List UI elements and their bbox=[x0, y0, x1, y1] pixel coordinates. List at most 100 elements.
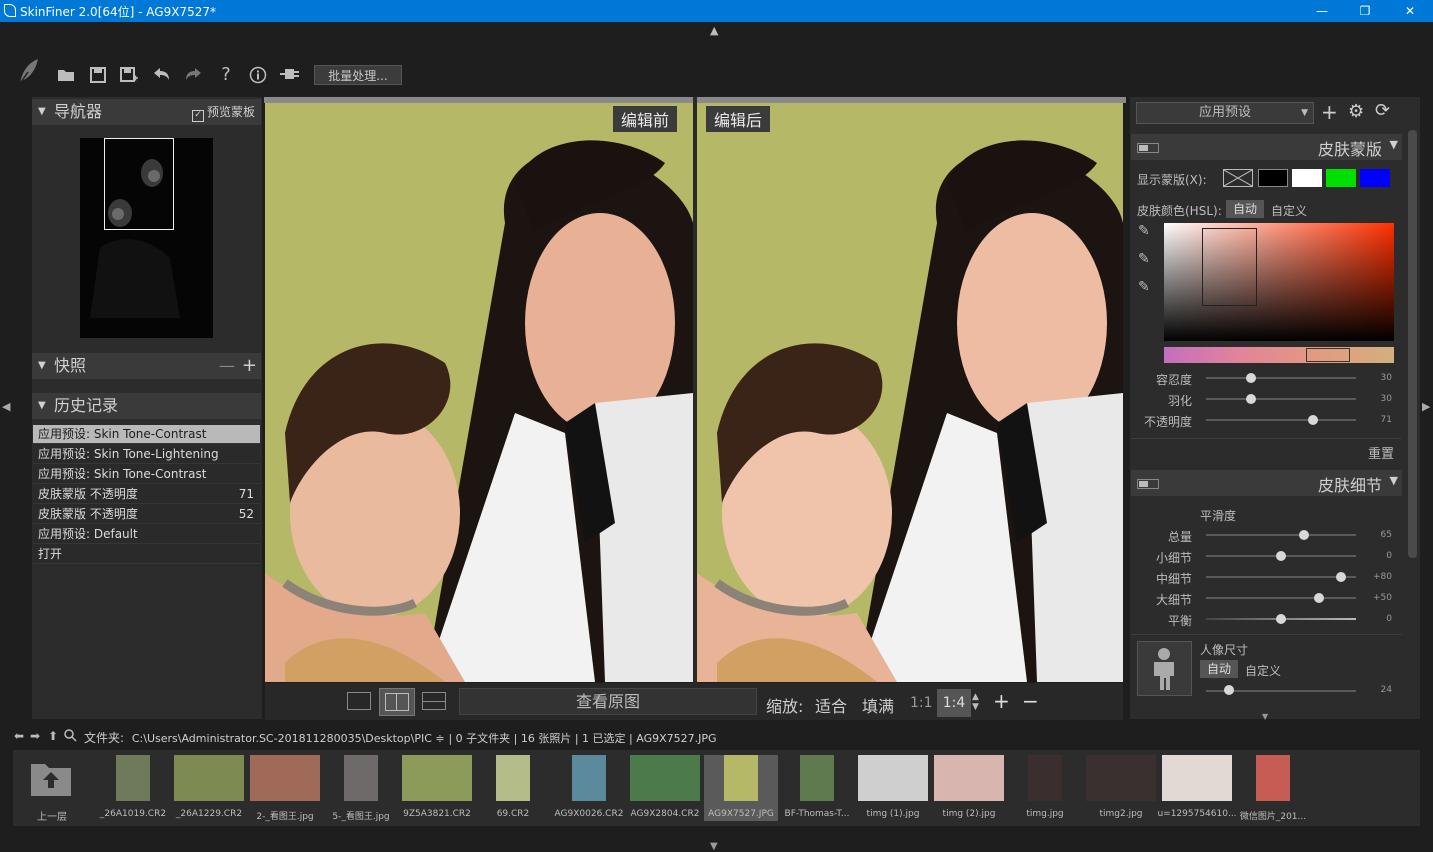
balance-knob[interactable] bbox=[1276, 614, 1286, 624]
zoom-1to1-button[interactable]: 1:1 bbox=[910, 695, 933, 711]
portrait-custom-button[interactable]: 自定义 bbox=[1245, 662, 1281, 679]
medium-detail-knob[interactable] bbox=[1336, 572, 1346, 582]
history-item[interactable]: 应用预设: Default bbox=[33, 525, 260, 544]
thumbnail[interactable]: AG9X2804.CR2 bbox=[628, 755, 702, 821]
history-header[interactable]: ▼ 历史记录 bbox=[32, 393, 261, 419]
collapse-left-arrow-icon[interactable]: ◀ bbox=[2, 400, 10, 413]
back-arrow-icon[interactable]: ⬅ bbox=[14, 729, 24, 743]
section-toggle[interactable] bbox=[1137, 143, 1159, 153]
collapse-bottom-arrow-icon[interactable]: ▼ bbox=[710, 841, 718, 852]
hue-bar[interactable] bbox=[1164, 347, 1394, 363]
save-icon[interactable] bbox=[87, 66, 109, 89]
navigator-header[interactable]: ▼ 导航器 ✓ 预览蒙板 bbox=[32, 99, 261, 125]
save-as-icon[interactable] bbox=[118, 66, 140, 89]
chevron-down-icon[interactable]: ▼ bbox=[1390, 138, 1398, 151]
batch-process-button[interactable]: 批量处理... bbox=[314, 65, 402, 85]
info-icon[interactable] bbox=[247, 66, 269, 89]
portrait-auto-button[interactable]: 自动 bbox=[1200, 660, 1238, 678]
thumbnail[interactable]: _26A1229.CR2 bbox=[172, 755, 246, 821]
minimize-button[interactable]: — bbox=[1299, 0, 1345, 22]
thumbnail[interactable]: 5-_看图王.jpg bbox=[324, 755, 398, 822]
thumbnail[interactable]: AG9X7527.JPG bbox=[704, 755, 778, 821]
thumbnail[interactable]: 69.CR2 bbox=[476, 755, 550, 821]
up-arrow-icon[interactable]: ⬆ bbox=[48, 729, 58, 743]
skin-range-box[interactable] bbox=[1202, 228, 1257, 306]
zoom-in-icon[interactable]: + bbox=[993, 689, 1010, 713]
thumbnail[interactable]: timg2.jpg bbox=[1084, 755, 1158, 821]
thumbnail[interactable]: 2-_看图王.jpg bbox=[248, 755, 322, 822]
navigator-preview[interactable] bbox=[80, 138, 213, 338]
skin-detail-header[interactable]: 皮肤细节 ▼ bbox=[1131, 470, 1402, 496]
thumbnail[interactable]: u=1295754610... bbox=[1157, 755, 1237, 821]
open-folder-icon[interactable] bbox=[55, 66, 77, 87]
preview-mask-toggle[interactable]: ✓ 预览蒙板 bbox=[191, 99, 255, 125]
mask-blue-swatch[interactable] bbox=[1360, 169, 1390, 187]
scroll-more-arrow-icon[interactable]: ▼ bbox=[1262, 712, 1268, 721]
redo-icon[interactable] bbox=[183, 66, 205, 87]
zoom-stepper-icon[interactable]: ▲ ▼ bbox=[972, 692, 979, 712]
skin-color-picker[interactable] bbox=[1164, 223, 1394, 341]
zoom-value-field[interactable]: 1:4 bbox=[937, 689, 971, 717]
search-icon[interactable] bbox=[64, 729, 77, 745]
mask-white-swatch[interactable] bbox=[1292, 169, 1322, 187]
amount-slider[interactable] bbox=[1206, 534, 1356, 536]
maximize-button[interactable]: ❐ bbox=[1342, 0, 1388, 22]
thumbnail[interactable]: _26A1019.CR2 bbox=[96, 755, 170, 821]
feather-knob[interactable] bbox=[1246, 394, 1256, 404]
opacity-knob[interactable] bbox=[1307, 415, 1318, 425]
skin-color-custom-button[interactable]: 自定义 bbox=[1271, 202, 1307, 219]
help-icon[interactable]: ? bbox=[215, 64, 237, 85]
mask-black-swatch[interactable] bbox=[1258, 169, 1288, 187]
large-detail-knob[interactable] bbox=[1313, 593, 1324, 603]
stacked-view-icon[interactable] bbox=[422, 692, 446, 710]
feather-slider[interactable] bbox=[1206, 398, 1356, 400]
hue-range-box[interactable] bbox=[1306, 348, 1350, 362]
forward-arrow-icon[interactable]: ➡ bbox=[30, 729, 40, 743]
large-detail-slider[interactable] bbox=[1206, 597, 1356, 599]
checkbox-icon[interactable]: ✓ bbox=[191, 110, 204, 122]
portrait-size-knob[interactable] bbox=[1223, 685, 1234, 695]
add-preset-icon[interactable]: + bbox=[1321, 100, 1338, 124]
add-snapshot-icon[interactable]: + bbox=[242, 353, 257, 379]
zoom-fit-button[interactable]: 适合 bbox=[815, 693, 847, 717]
snapshots-header[interactable]: ▼ 快照 — + bbox=[32, 353, 261, 379]
history-item[interactable]: 打开 bbox=[33, 545, 260, 564]
view-original-button[interactable]: 查看原图 bbox=[459, 688, 757, 715]
history-item[interactable]: 应用预设: Skin Tone-Lightening bbox=[33, 445, 260, 464]
small-detail-knob[interactable] bbox=[1276, 551, 1286, 561]
folder-path-dropdown[interactable]: C:\Users\Administrator.SC-201811280035\D… bbox=[132, 732, 445, 745]
reset-button[interactable]: 重置 bbox=[1368, 443, 1394, 462]
eyedropper-add-icon[interactable]: ✎ bbox=[1138, 251, 1150, 267]
skin-color-auto-button[interactable]: 自动 bbox=[1226, 200, 1264, 218]
thumbnail[interactable]: AG9X0026.CR2 bbox=[552, 755, 626, 821]
mask-green-swatch[interactable] bbox=[1326, 169, 1356, 187]
amount-knob[interactable] bbox=[1298, 530, 1309, 540]
history-item[interactable]: 皮肤蒙版 不透明度 71 bbox=[33, 485, 260, 504]
close-button[interactable]: ✕ bbox=[1387, 0, 1433, 22]
navigator-viewport-frame[interactable] bbox=[104, 138, 174, 230]
up-folder-button[interactable]: 上一层 bbox=[17, 754, 87, 823]
section-toggle[interactable] bbox=[1137, 479, 1159, 489]
right-panel-scrollbar[interactable] bbox=[1408, 130, 1417, 558]
mask-none-swatch[interactable] bbox=[1223, 169, 1253, 187]
single-view-icon[interactable] bbox=[347, 692, 371, 710]
thumbnail[interactable]: 微信图片_201... bbox=[1236, 755, 1310, 822]
after-image[interactable] bbox=[697, 103, 1123, 682]
history-item[interactable]: 应用预设: Skin Tone-Contrast bbox=[33, 425, 260, 444]
thumbnail[interactable]: 9Z5A3821.CR2 bbox=[400, 755, 474, 821]
collapse-top-arrow-icon[interactable]: ▲ bbox=[710, 24, 718, 37]
before-image[interactable] bbox=[265, 103, 693, 682]
thumbnail[interactable]: timg (1).jpg bbox=[856, 755, 930, 821]
undo-icon[interactable] bbox=[150, 66, 172, 87]
refresh-icon[interactable]: ⟳ bbox=[1375, 100, 1390, 121]
zoom-out-icon[interactable]: − bbox=[1022, 689, 1039, 713]
gear-icon[interactable]: ⚙ bbox=[1348, 101, 1364, 122]
eyedropper-icon[interactable]: ✎ bbox=[1138, 223, 1150, 239]
opacity-slider[interactable] bbox=[1206, 419, 1356, 421]
plugin-icon[interactable] bbox=[279, 66, 301, 87]
thumbnail[interactable]: timg.jpg bbox=[1008, 755, 1082, 821]
chevron-down-icon[interactable]: ▼ bbox=[1390, 474, 1398, 487]
tolerance-knob[interactable] bbox=[1246, 373, 1256, 383]
eyedropper-subtract-icon[interactable]: ✎ bbox=[1138, 279, 1150, 295]
split-view-button[interactable] bbox=[379, 688, 415, 716]
